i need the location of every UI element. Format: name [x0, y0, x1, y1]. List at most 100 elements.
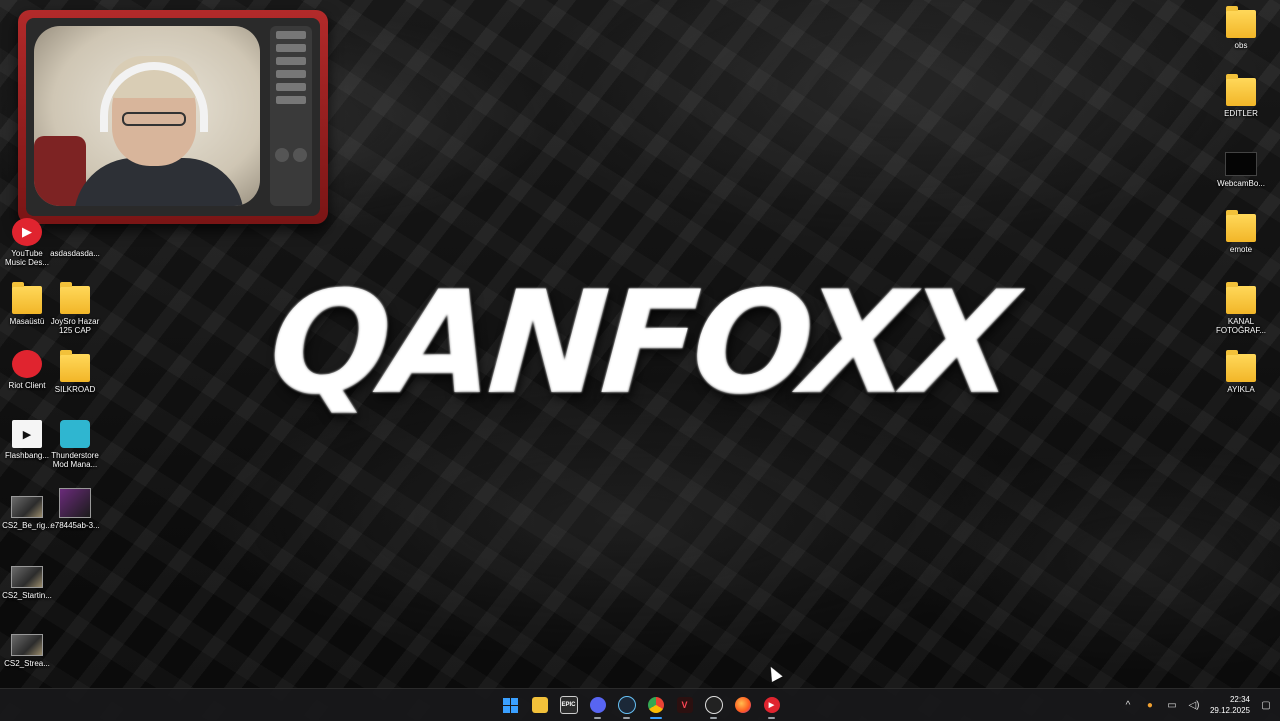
taskbar-epic-games[interactable]: EPIC	[554, 689, 583, 721]
folder-icon	[1226, 74, 1256, 106]
volume-icon[interactable]: ◁)	[1188, 699, 1200, 711]
running-indicator	[650, 717, 662, 719]
taskbar-firefox[interactable]	[728, 689, 757, 721]
desktop-icon-joysro[interactable]: JoySro Hazar 125 CAP	[48, 282, 102, 335]
system-clock[interactable]: 22:34 29.12.2025	[1210, 694, 1250, 716]
image-thumb-icon	[11, 634, 43, 656]
desktop-icon-editler[interactable]: EDITLER	[1214, 74, 1268, 118]
desktop-icon-asdasdasda[interactable]: asdasdasda...	[48, 218, 102, 258]
desktop-icon-cs2-startin[interactable]: CS2_Startin...	[0, 566, 54, 600]
network-icon[interactable]: ▭	[1166, 699, 1178, 711]
desktop-icon-emote[interactable]: emote	[1214, 210, 1268, 254]
taskbar-chrome[interactable]	[641, 689, 670, 721]
image-thumb-icon	[11, 566, 43, 588]
tv-knob	[275, 148, 289, 162]
desktop-icon-kanal-fotograf[interactable]: KANAL FOTOĞRAF...	[1214, 282, 1268, 335]
firefox-icon	[734, 697, 751, 713]
icon-label: JoySro Hazar 125 CAP	[50, 317, 100, 335]
folder-icon	[1226, 6, 1256, 38]
icon-label: YouTube Music Des...	[4, 249, 49, 267]
tv-frame	[26, 18, 320, 216]
icon-label: KANAL FOTOĞRAF...	[1215, 317, 1267, 335]
desktop-icon-silkroad[interactable]: SILKROAD	[48, 350, 102, 394]
clock-date: 29.12.2025	[1209, 706, 1250, 715]
tv-control-panel	[270, 26, 312, 206]
desktop-icon-thunderstore[interactable]: Thunderstore Mod Mana...	[48, 420, 102, 469]
media-icon: ▶	[12, 420, 42, 448]
clock-time: 22:34	[1229, 695, 1250, 704]
image-thumb-icon	[59, 488, 91, 518]
obs-icon	[704, 696, 723, 714]
icon-label: e78445ab-3...	[50, 521, 100, 530]
notification-icon[interactable]: ▢	[1260, 699, 1272, 711]
icon-label: Masaüstü	[9, 317, 45, 326]
icon-label: CS2_Startin...	[2, 591, 52, 600]
taskbar-youtube-music[interactable]: ▶	[757, 689, 786, 721]
desktop-icon-e78445ab[interactable]: e78445ab-3...	[48, 488, 102, 530]
glasses	[122, 112, 186, 126]
running-indicator	[710, 717, 717, 719]
desktop-icon-webcambo[interactable]: WebcamBo...	[1214, 152, 1268, 188]
windows-start-icon	[503, 697, 518, 713]
desktop-icon-riot-client[interactable]: Riot Client	[0, 350, 54, 390]
icon-label: Flashbang...	[4, 451, 50, 460]
epic-games-icon: EPIC	[559, 696, 578, 714]
icon-label: emote	[1229, 245, 1253, 254]
icon-label: asdasdasda...	[50, 249, 100, 258]
youtube-music-icon: ▶	[763, 697, 780, 713]
folder-icon	[60, 282, 90, 314]
icon-label: SILKROAD	[54, 385, 96, 394]
icon-label: Thunderstore Mod Mana...	[51, 451, 99, 469]
microphone-icon[interactable]: ●	[1144, 699, 1156, 711]
valorant-icon: V	[676, 697, 693, 713]
desktop-icon-obs[interactable]: obs	[1214, 6, 1268, 50]
taskbar-discord[interactable]	[583, 689, 612, 721]
mouse-cursor	[765, 664, 783, 682]
folder-icon	[1226, 210, 1256, 242]
image-thumb-icon	[1225, 152, 1257, 176]
webcam-overlay-tv	[18, 10, 328, 224]
desktop-icon-masaustu[interactable]: Masaüstü	[0, 282, 54, 326]
taskbar-steam[interactable]	[612, 689, 641, 721]
chevron-up-icon[interactable]: ^	[1122, 699, 1134, 711]
app-icon	[60, 218, 90, 246]
icon-label: AYIKLA	[1227, 385, 1255, 394]
folder-icon	[12, 282, 42, 314]
taskbar: EPIC V ▶ ^ ● ▭ ◁) 22:34 29.12.2025 ▢	[0, 688, 1280, 721]
taskbar-file-explorer[interactable]	[525, 689, 554, 721]
running-indicator	[623, 717, 630, 719]
chrome-icon	[647, 697, 664, 713]
desktop: QANFOXX ▶ YouTube Music Des... asdasdasd…	[0, 0, 1280, 688]
taskbar-apps: EPIC V ▶	[496, 689, 786, 721]
system-tray: ^ ● ▭ ◁) 22:34 29.12.2025 ▢	[1122, 689, 1272, 721]
icon-label: EDITLER	[1224, 109, 1258, 118]
thunderstore-icon	[60, 420, 90, 448]
icon-label: Riot Client	[8, 381, 46, 390]
folder-icon	[1226, 350, 1256, 382]
desktop-icon-youtube-music[interactable]: ▶ YouTube Music Des...	[0, 218, 54, 267]
icon-label: obs	[1234, 41, 1248, 50]
youtube-music-icon: ▶	[12, 218, 42, 246]
icon-label: CS2_Be_rig...	[2, 521, 52, 530]
discord-icon	[589, 697, 606, 713]
icon-label: CS2_Strea...	[4, 659, 50, 668]
desktop-icon-flashbang[interactable]: ▶ Flashbang...	[0, 420, 54, 460]
steam-icon	[617, 696, 636, 714]
folder-icon	[60, 350, 90, 382]
taskbar-obs[interactable]	[699, 689, 728, 721]
wallpaper-brand-logo: QANFOXX	[95, 261, 1185, 426]
desktop-icon-cs2-strea[interactable]: CS2_Strea...	[0, 634, 54, 668]
tv-knob	[293, 148, 307, 162]
desktop-icon-cs2-be-rig[interactable]: CS2_Be_rig...	[0, 496, 54, 530]
riot-client-icon	[12, 350, 42, 378]
running-indicator	[594, 717, 601, 719]
folder-icon	[1226, 282, 1256, 314]
icon-label: WebcamBo...	[1217, 179, 1265, 188]
start-button[interactable]	[496, 689, 525, 721]
webcam-feed	[34, 26, 260, 206]
taskbar-valorant[interactable]: V	[670, 689, 699, 721]
desktop-icon-ayikla[interactable]: AYIKLA	[1214, 350, 1268, 394]
folder-icon	[531, 697, 548, 713]
running-indicator	[768, 717, 775, 719]
image-thumb-icon	[11, 496, 43, 518]
